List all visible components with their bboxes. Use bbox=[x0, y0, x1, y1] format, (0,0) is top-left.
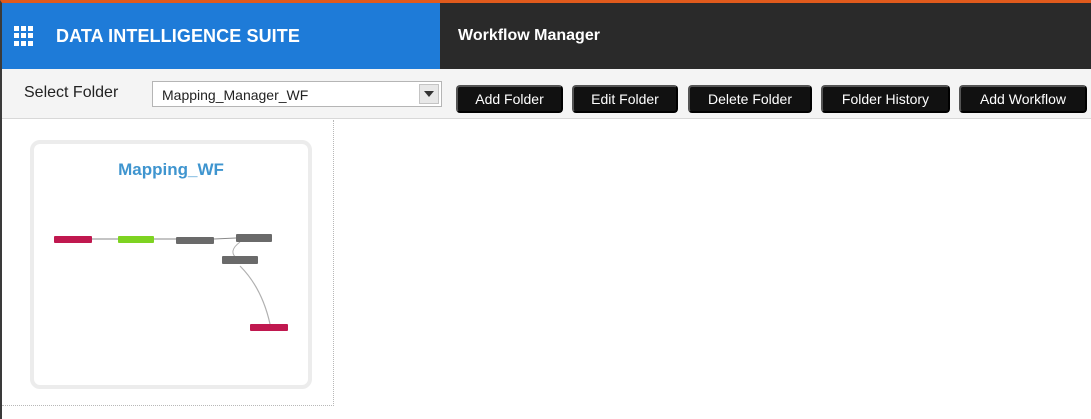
module-bar: Workflow Manager bbox=[440, 3, 1091, 69]
folder-select-value: Mapping_Manager_WF bbox=[162, 87, 309, 103]
workflow-card[interactable]: Mapping_WF bbox=[30, 140, 312, 389]
module-title: Workflow Manager bbox=[458, 27, 600, 44]
app-window: DATA INTELLIGENCE SUITE Workflow Manager… bbox=[0, 0, 1091, 419]
folder-select[interactable]: Mapping_Manager_WF bbox=[152, 81, 442, 107]
workflow-panel: Mapping_WF bbox=[2, 120, 334, 406]
diagram-node-success bbox=[118, 236, 154, 243]
top-bar: DATA INTELLIGENCE SUITE Workflow Manager bbox=[2, 3, 1091, 69]
workflow-diagram-thumbnail bbox=[54, 234, 288, 331]
toolbar: Select Folder Mapping_Manager_WF Add Fol… bbox=[2, 69, 1091, 119]
edit-folder-button[interactable]: Edit Folder bbox=[572, 85, 678, 113]
diagram-node-step bbox=[176, 237, 214, 244]
app-grid-icon[interactable] bbox=[14, 26, 34, 46]
brand-title: DATA INTELLIGENCE SUITE bbox=[56, 25, 300, 46]
delete-folder-button[interactable]: Delete Folder bbox=[688, 85, 812, 113]
diagram-edge bbox=[213, 237, 237, 240]
brand-bar: DATA INTELLIGENCE SUITE bbox=[2, 3, 440, 69]
diagram-edge bbox=[239, 265, 271, 325]
add-workflow-button[interactable]: Add Workflow bbox=[959, 85, 1087, 113]
select-folder-label: Select Folder bbox=[24, 84, 119, 101]
folder-history-button[interactable]: Folder History bbox=[821, 85, 950, 113]
diagram-node-step bbox=[236, 234, 272, 242]
chevron-down-icon[interactable] bbox=[419, 84, 439, 104]
add-folder-button[interactable]: Add Folder bbox=[456, 85, 563, 113]
diagram-node-start bbox=[54, 236, 92, 243]
diagram-node-end bbox=[250, 324, 288, 331]
diagram-node-step bbox=[222, 256, 258, 264]
